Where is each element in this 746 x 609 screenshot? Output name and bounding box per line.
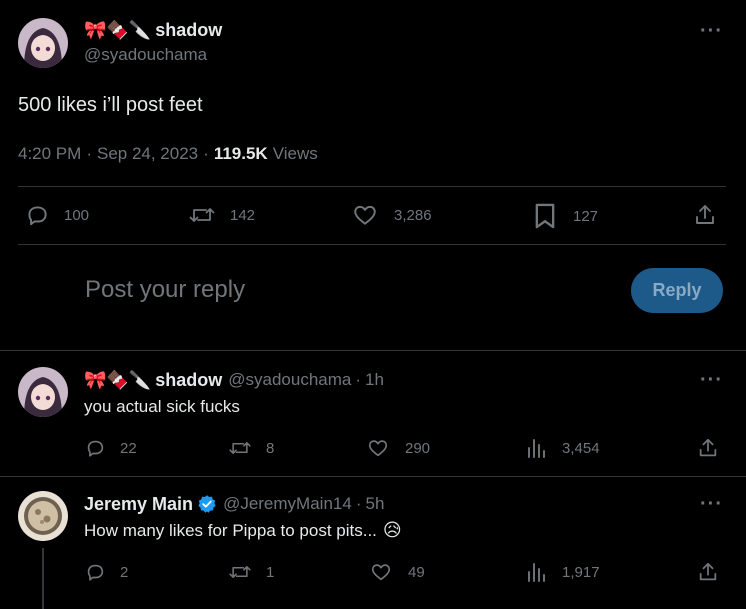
share-action[interactable] <box>693 203 717 227</box>
views-label: Views <box>272 144 318 163</box>
bookmark-icon <box>535 203 555 229</box>
views-count: 1,917 <box>562 563 600 581</box>
tweet-date[interactable]: Sep 24, 2023 <box>97 144 198 164</box>
repost-icon <box>229 566 251 578</box>
divider <box>0 350 746 351</box>
reply-time[interactable]: 1h <box>365 370 384 390</box>
share-action[interactable] <box>697 561 719 583</box>
like-action[interactable]: 3,286 <box>352 202 432 228</box>
tweet-time[interactable]: 4:20 PM <box>18 144 81 164</box>
reply-icon <box>87 564 104 581</box>
more-options-icon[interactable]: ··· <box>700 369 723 392</box>
like-action[interactable]: 290 <box>367 437 430 459</box>
avatar[interactable] <box>18 18 68 68</box>
repost-count: 1 <box>266 563 275 581</box>
heart-icon <box>371 564 391 581</box>
heart-icon <box>354 205 376 225</box>
tweet-text: 500 likes i’ll post feet <box>18 94 203 116</box>
share-icon <box>699 438 717 457</box>
reply-text: How many likes for Pippa to post pits... <box>84 520 377 540</box>
divider <box>18 244 726 245</box>
handle[interactable]: @JeremyMain14 <box>223 494 352 514</box>
like-count: 3,286 <box>394 206 432 224</box>
share-icon <box>696 205 714 224</box>
repost-action[interactable]: 142 <box>188 202 255 228</box>
like-action[interactable]: 49 <box>370 561 425 583</box>
more-options-icon[interactable]: ··· <box>700 493 723 516</box>
views-count: 3,454 <box>562 439 600 457</box>
handle[interactable]: @syadouchama <box>228 370 351 390</box>
meta-separator: · <box>203 144 209 163</box>
name-emojis: 🎀🍫🔪 <box>84 19 152 41</box>
handle[interactable]: @syadouchama <box>84 45 207 65</box>
reply-time[interactable]: 5h <box>365 494 384 514</box>
reply-action[interactable]: 100 <box>24 202 89 228</box>
like-count: 49 <box>408 563 425 581</box>
bookmark-action[interactable]: 127 <box>533 202 598 230</box>
views-count: 119.5K <box>213 144 268 163</box>
display-name[interactable]: shadow <box>155 20 222 41</box>
repost-action[interactable]: 1 <box>228 561 274 583</box>
heart-icon <box>368 440 388 457</box>
sad-face-emoji: 😥 <box>382 520 402 541</box>
reply-count: 22 <box>120 439 137 457</box>
reply-button[interactable]: Reply <box>631 268 723 313</box>
repost-action[interactable]: 8 <box>228 437 274 459</box>
meta-separator: · <box>86 144 92 163</box>
analytics-icon <box>528 439 545 458</box>
avatar[interactable] <box>18 491 68 541</box>
meta-separator: · <box>355 370 362 389</box>
author-line: 🎀🍫🔪 shadow <box>84 18 222 42</box>
display-name[interactable]: Jeremy Main <box>84 494 193 515</box>
reply-text-line: How many likes for Pippa to post pits...… <box>84 520 402 541</box>
reply-action[interactable]: 22 <box>84 437 137 459</box>
reply-icon <box>28 206 47 226</box>
like-count: 290 <box>405 439 431 457</box>
name-emojis: 🎀🍫🔪 <box>84 369 152 391</box>
repost-icon <box>229 442 251 454</box>
views-action[interactable]: 3,454 <box>526 437 600 459</box>
reply-icon <box>87 440 104 457</box>
analytics-icon <box>528 563 545 582</box>
meta-separator: · <box>355 494 362 513</box>
author-line: Jeremy Main @JeremyMain14 · 5h <box>84 492 384 516</box>
repost-count: 8 <box>266 439 275 457</box>
reply-count: 2 <box>120 563 129 581</box>
share-action[interactable] <box>697 437 719 459</box>
thread-line <box>42 548 44 609</box>
views-action[interactable]: 1,917 <box>526 561 600 583</box>
reply-action[interactable]: 2 <box>84 561 128 583</box>
tweet-meta: 4:20 PM · Sep 24, 2023 · 119.5K Views <box>18 144 318 164</box>
share-icon <box>699 562 717 581</box>
repost-count: 142 <box>230 206 256 224</box>
display-name[interactable]: shadow <box>155 370 222 391</box>
avatar[interactable] <box>18 367 68 417</box>
repost-icon <box>189 208 215 222</box>
bookmark-count: 127 <box>573 207 599 225</box>
reply-count: 100 <box>64 206 90 224</box>
divider <box>0 476 746 477</box>
divider <box>18 186 726 187</box>
author-line: 🎀🍫🔪 shadow @syadouchama · 1h <box>84 368 384 392</box>
reply-text: you actual sick fucks <box>84 397 240 416</box>
reply-input[interactable]: Post your reply <box>85 276 245 304</box>
more-options-icon[interactable]: ··· <box>700 20 723 43</box>
verified-badge-icon <box>198 495 216 513</box>
